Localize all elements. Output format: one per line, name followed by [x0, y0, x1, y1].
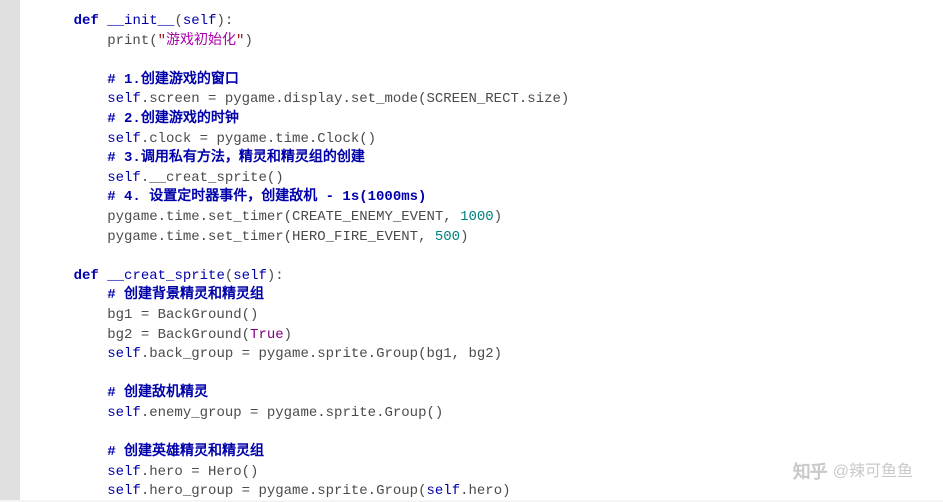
code-screenshot: def __init__(self): print("游戏初始化") # 1.创…	[0, 0, 943, 500]
left-gutter	[0, 0, 20, 500]
code-block: def __init__(self): print("游戏初始化") # 1.创…	[20, 0, 943, 500]
